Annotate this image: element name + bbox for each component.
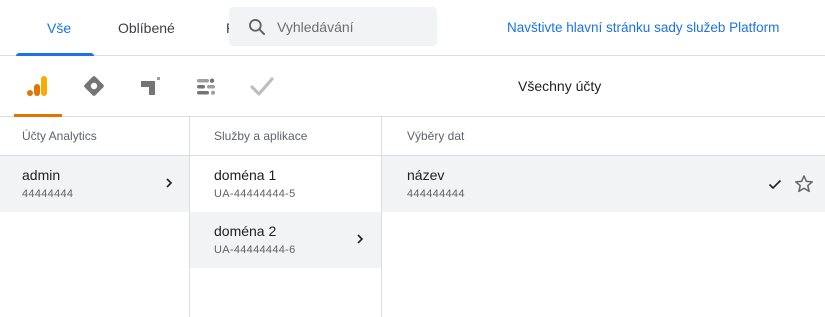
account-id: 44444444 (22, 188, 74, 200)
star-icon[interactable] (793, 173, 815, 195)
account-name: admin (22, 167, 61, 183)
property-id: UA-44444444-5 (214, 188, 296, 200)
property-row[interactable]: doména 2 UA-44444444-6 (190, 212, 381, 268)
top-bar: Vše Oblíbené R Navštivte hlavní stránku … (0, 0, 825, 56)
view-name: název (407, 167, 445, 183)
property-name: doména 2 (214, 223, 277, 239)
search-box[interactable] (229, 7, 437, 46)
search-input[interactable] (277, 7, 427, 46)
property-name: doména 1 (214, 167, 277, 183)
view-row[interactable]: název 444444444 (382, 156, 825, 212)
analytics-icon[interactable] (26, 74, 50, 98)
chevron-right-icon (357, 234, 364, 244)
properties-header: Služby a aplikace (190, 117, 381, 156)
views-header: Výběry dat (382, 117, 825, 156)
optimize-icon[interactable] (138, 74, 162, 98)
search-icon (249, 19, 266, 36)
accounts-column: Účty Analytics admin 44444444 (0, 117, 190, 317)
accounts-header: Účty Analytics (0, 117, 189, 156)
tab-all[interactable]: Vše (47, 0, 71, 56)
account-row[interactable]: admin 44444444 (0, 156, 189, 212)
properties-column: Služby a aplikace doména 1 UA-44444444-5… (190, 117, 382, 317)
view-id: 444444444 (407, 188, 465, 200)
platform-home-link[interactable]: Navštivte hlavní stránku sady služeb Pla… (507, 0, 779, 56)
chevron-right-icon (166, 178, 173, 188)
tab-favorites[interactable]: Oblíbené (118, 0, 175, 56)
tag-manager-icon[interactable] (82, 74, 106, 98)
product-bar: Všechny účty (0, 56, 825, 117)
data-studio-icon[interactable] (194, 74, 218, 98)
views-column: Výběry dat název 444444444 (382, 117, 825, 317)
surveys-icon[interactable] (250, 74, 274, 98)
check-icon (768, 179, 782, 190)
property-row[interactable]: doména 1 UA-44444444-5 (190, 156, 381, 212)
product-title: Všechny účty (518, 78, 602, 94)
property-id: UA-44444444-6 (214, 244, 296, 256)
